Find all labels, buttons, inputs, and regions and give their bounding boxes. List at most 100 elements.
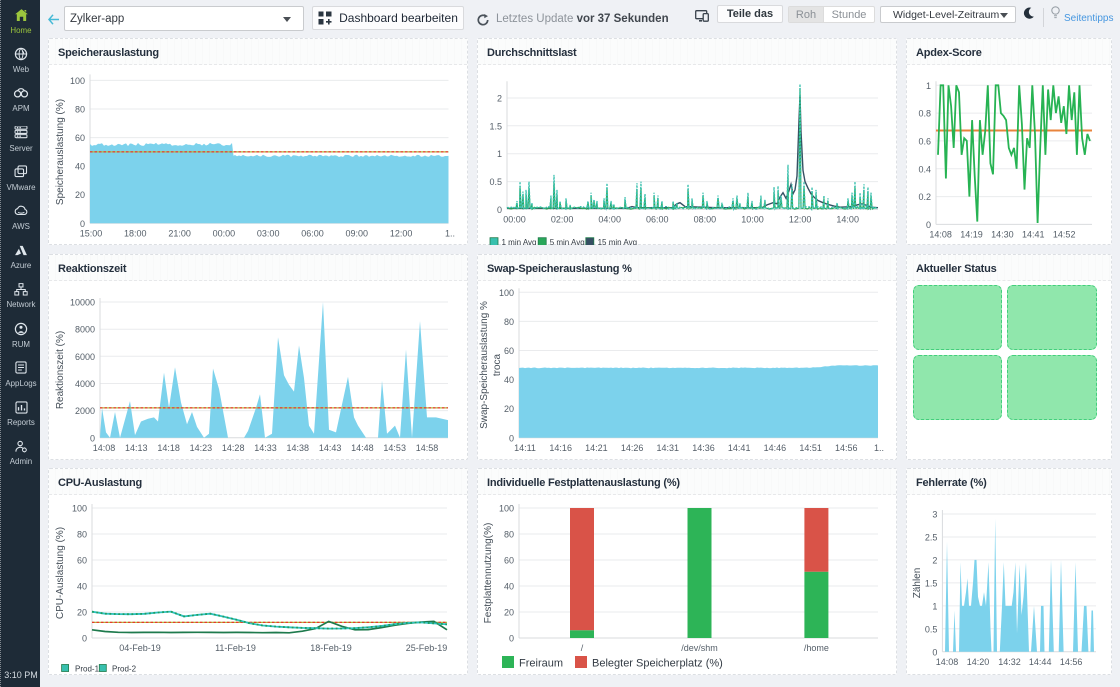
svg-text:14:43: 14:43 [319, 443, 342, 453]
svg-text:00:00: 00:00 [503, 215, 526, 225]
svg-text:10:00: 10:00 [741, 215, 764, 225]
svg-text:06:00: 06:00 [646, 215, 669, 225]
svg-text:2: 2 [497, 94, 502, 104]
svg-text:0: 0 [509, 634, 514, 644]
svg-text:09:00: 09:00 [346, 229, 369, 239]
svg-text:Zählen: Zählen [912, 568, 923, 599]
svg-text:Prod-1: Prod-1 [75, 665, 100, 674]
svg-text:14:38: 14:38 [287, 443, 310, 453]
svg-text:5 min Avg: 5 min Avg [550, 238, 585, 245]
svg-text:Speicherauslastung (%): Speicherauslastung (%) [55, 99, 66, 205]
svg-text:14:08: 14:08 [936, 657, 959, 667]
svg-text:14:08: 14:08 [93, 443, 116, 453]
svg-text:100: 100 [72, 504, 87, 514]
svg-text:0: 0 [497, 205, 502, 215]
svg-text:Reaktionszeit (%): Reaktionszeit (%) [55, 331, 66, 409]
svg-text:CPU-Auslastung (%): CPU-Auslastung (%) [55, 527, 66, 619]
svg-text:4000: 4000 [75, 379, 95, 389]
svg-text:80: 80 [75, 105, 85, 115]
svg-text:2.5: 2.5 [925, 533, 938, 543]
svg-text:100: 100 [70, 76, 85, 86]
svg-text:10000: 10000 [70, 298, 95, 308]
svg-text:Belegter Speicherplatz (%): Belegter Speicherplatz (%) [592, 658, 723, 670]
svg-text:14:26: 14:26 [621, 443, 644, 453]
svg-text:06:00: 06:00 [301, 229, 324, 239]
svg-text:14:41: 14:41 [1022, 230, 1045, 240]
svg-text:14:58: 14:58 [416, 443, 439, 453]
svg-text:21:00: 21:00 [168, 229, 191, 239]
svg-text:1.5: 1.5 [489, 121, 502, 131]
svg-text:20: 20 [504, 608, 514, 618]
svg-text:14:33: 14:33 [254, 443, 277, 453]
svg-text:1.5: 1.5 [925, 578, 938, 588]
svg-text:6000: 6000 [75, 352, 95, 362]
svg-text:14:00: 14:00 [836, 215, 859, 225]
svg-text:80: 80 [504, 530, 514, 540]
svg-text:2: 2 [932, 555, 937, 565]
svg-text:Swap-Speicherauslastung %: Swap-Speicherauslastung % [479, 301, 490, 429]
svg-text:100: 100 [499, 288, 514, 298]
svg-text:14:31: 14:31 [657, 443, 680, 453]
svg-text:20: 20 [504, 404, 514, 414]
svg-text:40: 40 [75, 162, 85, 172]
svg-text:00:00: 00:00 [213, 229, 236, 239]
svg-text:04:00: 04:00 [598, 215, 621, 225]
svg-text:14:18: 14:18 [157, 443, 180, 453]
svg-text:3: 3 [932, 510, 937, 520]
svg-text:20: 20 [75, 190, 85, 200]
svg-text:14:36: 14:36 [692, 443, 715, 453]
svg-text:14:51: 14:51 [799, 443, 822, 453]
svg-text:40: 40 [504, 375, 514, 385]
svg-text:02:00: 02:00 [551, 215, 574, 225]
svg-text:14:30: 14:30 [991, 230, 1014, 240]
svg-text:14:56: 14:56 [1060, 657, 1083, 667]
svg-text:Freiraum: Freiraum [519, 658, 563, 670]
svg-text:40: 40 [504, 582, 514, 592]
svg-text:18-Feb-19: 18-Feb-19 [310, 643, 352, 653]
svg-text:60: 60 [504, 346, 514, 356]
svg-text:14:08: 14:08 [929, 230, 952, 240]
svg-text:14:11: 14:11 [514, 443, 536, 453]
svg-text:15 min Avg: 15 min Avg [598, 238, 637, 245]
svg-text:0: 0 [926, 220, 931, 230]
svg-text:80: 80 [504, 317, 514, 327]
svg-text:0.6: 0.6 [918, 136, 931, 146]
svg-text:03:00: 03:00 [257, 229, 280, 239]
svg-text:8000: 8000 [75, 325, 95, 335]
svg-text:14:21: 14:21 [585, 443, 608, 453]
svg-text:14:52: 14:52 [1053, 230, 1076, 240]
svg-text:04-Feb-19: 04-Feb-19 [119, 643, 161, 653]
svg-text:1: 1 [932, 601, 937, 611]
svg-text:0.2: 0.2 [918, 192, 931, 202]
svg-text:0: 0 [80, 219, 85, 229]
svg-text:14:53: 14:53 [383, 443, 406, 453]
svg-text:14:23: 14:23 [190, 443, 213, 453]
svg-text:60: 60 [77, 556, 87, 566]
svg-text:0.4: 0.4 [918, 164, 931, 174]
svg-text:troca: troca [492, 353, 503, 376]
svg-text:14:44: 14:44 [1029, 657, 1052, 667]
svg-text:14:46: 14:46 [764, 443, 787, 453]
svg-text:14:32: 14:32 [998, 657, 1021, 667]
svg-text:08:00: 08:00 [694, 215, 717, 225]
svg-text:60: 60 [504, 556, 514, 566]
svg-text:12:00: 12:00 [390, 229, 413, 239]
svg-text:14:56: 14:56 [835, 443, 858, 453]
svg-text:14:19: 14:19 [960, 230, 983, 240]
svg-text:1..: 1.. [874, 443, 884, 453]
svg-text:2000: 2000 [75, 406, 95, 416]
svg-text:14:48: 14:48 [351, 443, 374, 453]
svg-text:0.5: 0.5 [489, 177, 502, 187]
svg-text:Festplattennutzung(%): Festplattennutzung(%) [483, 523, 494, 624]
svg-text:/: / [581, 643, 584, 653]
svg-text:1: 1 [497, 149, 502, 159]
svg-text:12:00: 12:00 [789, 215, 812, 225]
svg-text:80: 80 [77, 530, 87, 540]
svg-text:25-Feb-19: 25-Feb-19 [406, 643, 448, 653]
svg-text:Prod-2: Prod-2 [112, 665, 137, 674]
svg-text:0.8: 0.8 [918, 109, 931, 119]
svg-text:60: 60 [75, 133, 85, 143]
svg-text:14:28: 14:28 [222, 443, 245, 453]
svg-text:14:20: 14:20 [967, 657, 990, 667]
svg-text:18:00: 18:00 [124, 229, 147, 239]
